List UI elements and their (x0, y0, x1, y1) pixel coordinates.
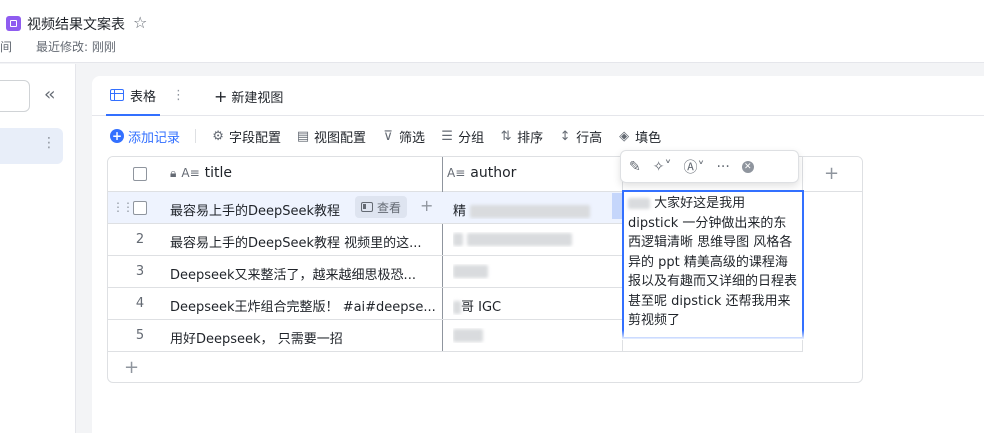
view-record-button[interactable]: 查看 (355, 196, 408, 218)
cell-title[interactable]: Deepseek又来整活了，越来越细思极恐... (170, 264, 440, 283)
gear-icon: ⚙ (212, 128, 224, 144)
redacted-text (453, 301, 461, 314)
new-view-button[interactable]: + 新建视图 (214, 87, 283, 106)
tab-table[interactable]: 表格 (106, 76, 161, 116)
fill-color-button[interactable]: ◈ 填色 (617, 127, 661, 146)
redacted-text (470, 205, 591, 218)
column-title-label: title (204, 165, 233, 181)
redacted-text (467, 233, 573, 246)
paint-bucket-icon: ◈ (619, 128, 630, 144)
group-label: 分组 (458, 130, 485, 146)
main-panel: 表格 ⋮ + 新建视图 + 添加记录 ⚙ 字段配置 ▤ 视图配置 ⊽ 筛选 ☰ … (92, 76, 984, 433)
new-view-label: 新建视图 (231, 91, 284, 106)
row-index: 3 (135, 264, 145, 279)
cell-editor-text: 大家好这是我用 dipstick 一分钟做出来的东西逻辑清晰 思维导图 风格各异… (628, 196, 798, 328)
tab-more-icon[interactable]: ⋮ (172, 88, 185, 103)
add-record-button[interactable]: + 添加记录 (110, 127, 180, 146)
redacted-text (628, 198, 650, 209)
doc-title[interactable]: 视频结果文案表 (27, 14, 125, 34)
cell-author-text: 精 (453, 204, 467, 219)
filter-label: 筛选 (399, 130, 426, 146)
header-sub-text: 间 (0, 40, 13, 54)
row-height-icon: ↕ (559, 128, 571, 144)
text-field-icon: A≡ (447, 166, 466, 180)
more-options-icon[interactable]: ··· (716, 159, 729, 175)
view-tabs: 表格 ⋮ + 新建视图 (92, 76, 984, 116)
view-config-button[interactable]: ▤ 视图配置 (296, 127, 366, 146)
redacted-text (453, 233, 463, 246)
cell-editor[interactable]: 大家好这是我用 dipstick 一分钟做出来的东西逻辑清晰 思维导图 风格各异… (622, 190, 804, 339)
base-icon (6, 16, 21, 31)
add-record-label: 添加记录 (128, 130, 181, 146)
row-index: 2 (135, 232, 145, 247)
filter-icon: ⊽ (383, 128, 393, 144)
sort-label: 排序 (517, 130, 544, 146)
add-icon[interactable]: + (420, 196, 433, 215)
cell-author[interactable] (453, 328, 613, 343)
row-checkbox[interactable] (133, 201, 147, 215)
row-height-button[interactable]: ↕ 行高 (558, 127, 602, 146)
cell-editor-fade (622, 330, 804, 340)
row-index: 4 (135, 296, 145, 311)
cell-floating-toolbar: ✎ ✧˅ Ⓐ˅ ··· ✕ (620, 150, 799, 183)
column-header-author[interactable]: A≡ author (447, 165, 516, 181)
field-config-label: 字段配置 (229, 130, 282, 146)
row-index: 5 (135, 328, 145, 343)
text-field-icon: A≡ (181, 166, 200, 180)
cell-title[interactable]: 最容易上手的DeepSeek教程 (170, 200, 350, 219)
tab-table-label: 表格 (130, 89, 157, 105)
expand-icon (361, 202, 373, 212)
fill-color-label: 填色 (635, 130, 662, 146)
drag-handle-icon[interactable]: ⋮⋮ (112, 200, 134, 214)
cell-title[interactable]: Deepseek王炸组合完整版！ #ai#deepse... (170, 296, 440, 315)
ai-sparkle-dropdown-icon[interactable]: ✧˅ (653, 159, 672, 175)
more-icon[interactable]: ⋮ (42, 136, 56, 150)
add-column-button[interactable]: + (824, 163, 839, 184)
cell-author[interactable] (453, 264, 613, 279)
ai-assistant-dropdown-icon[interactable]: Ⓐ˅ (683, 157, 704, 177)
cell-author-text: 哥 IGC (461, 300, 502, 315)
top-bar: 视频结果文案表 ☆ 间 最近修改: 刚刚 (0, 0, 984, 63)
lock-icon: 🔒︎ (170, 165, 177, 180)
toolbar-divider (195, 129, 197, 143)
cell-author[interactable]: 哥 IGC (453, 296, 613, 315)
collapse-sidebar-icon[interactable]: ‹‹ (44, 84, 56, 105)
group-button[interactable]: ☰ 分组 (440, 127, 484, 146)
cell-author[interactable] (453, 232, 613, 247)
cell-selection-marker (612, 193, 622, 219)
sidebar-item-table[interactable]: ⋮ (0, 128, 63, 164)
group-icon: ☰ (441, 128, 453, 144)
sidebar: ‹‹ ⋮ (0, 64, 76, 433)
field-config-button[interactable]: ⚙ 字段配置 (211, 127, 281, 146)
view-toolbar: + 添加记录 ⚙ 字段配置 ▤ 视图配置 ⊽ 筛选 ☰ 分组 ⇅ 排序 ↕ 行高 (110, 125, 676, 147)
sidebar-search-input[interactable] (0, 80, 30, 112)
select-all-checkbox[interactable] (133, 167, 147, 181)
grid-view-icon (110, 89, 124, 101)
star-icon[interactable]: ☆ (133, 13, 147, 32)
plus-icon: + (214, 87, 228, 106)
sort-button[interactable]: ⇅ 排序 (499, 127, 543, 146)
filter-button[interactable]: ⊽ 筛选 (381, 127, 425, 146)
close-icon[interactable]: ✕ (741, 160, 754, 173)
sort-icon: ⇅ (500, 128, 512, 144)
row-height-label: 行高 (576, 130, 603, 146)
cell-title[interactable]: 用好Deepseek， 只需要一招 (170, 328, 440, 347)
last-modified: 最近修改: 刚刚 (36, 40, 116, 54)
magic-wand-icon[interactable]: ✎ (629, 159, 641, 175)
add-row-button[interactable]: + (124, 357, 139, 378)
column-header-title[interactable]: 🔒︎ A≡ title (170, 165, 232, 181)
cell-title[interactable]: 最容易上手的DeepSeek教程 视频里的这... (170, 232, 440, 251)
cell-author[interactable]: 精 (453, 200, 613, 219)
add-circle-icon: + (110, 129, 124, 143)
redacted-text (453, 329, 483, 342)
view-config-label: 视图配置 (314, 130, 367, 146)
view-record-label: 查看 (377, 200, 402, 215)
redacted-text (453, 265, 488, 278)
view-config-icon: ▤ (296, 128, 310, 144)
column-author-label: author (470, 165, 517, 181)
